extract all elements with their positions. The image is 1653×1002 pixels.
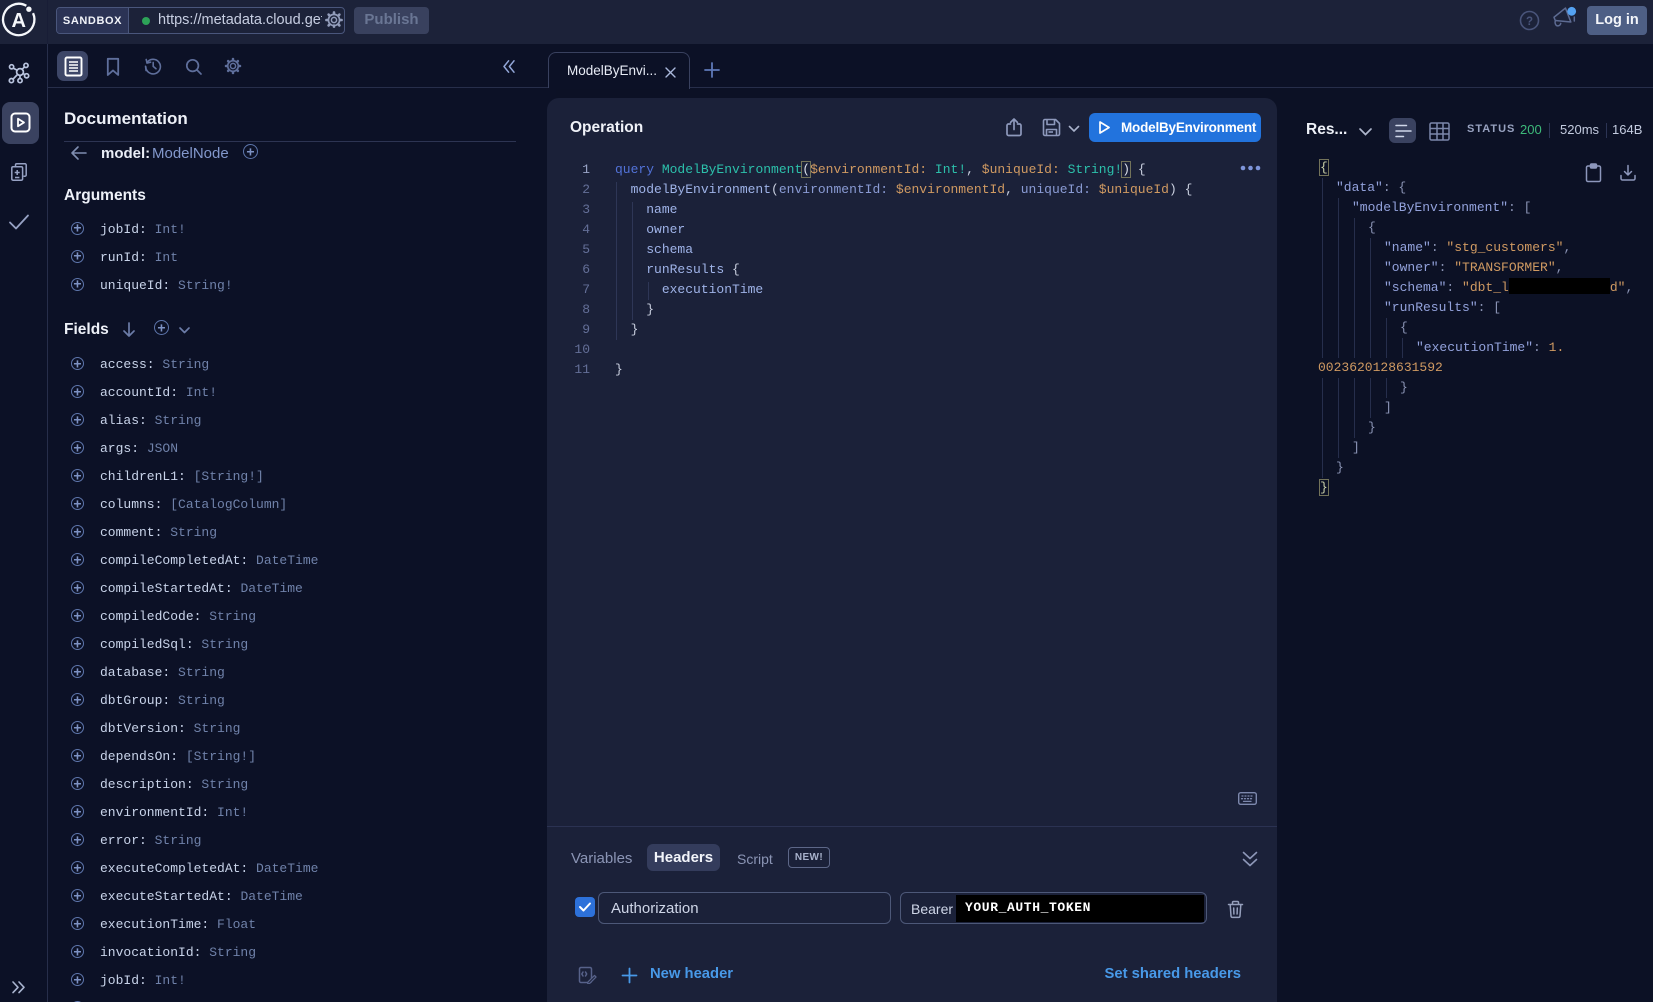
svg-text:A: A — [11, 10, 25, 32]
svg-text:?: ? — [1526, 16, 1533, 28]
